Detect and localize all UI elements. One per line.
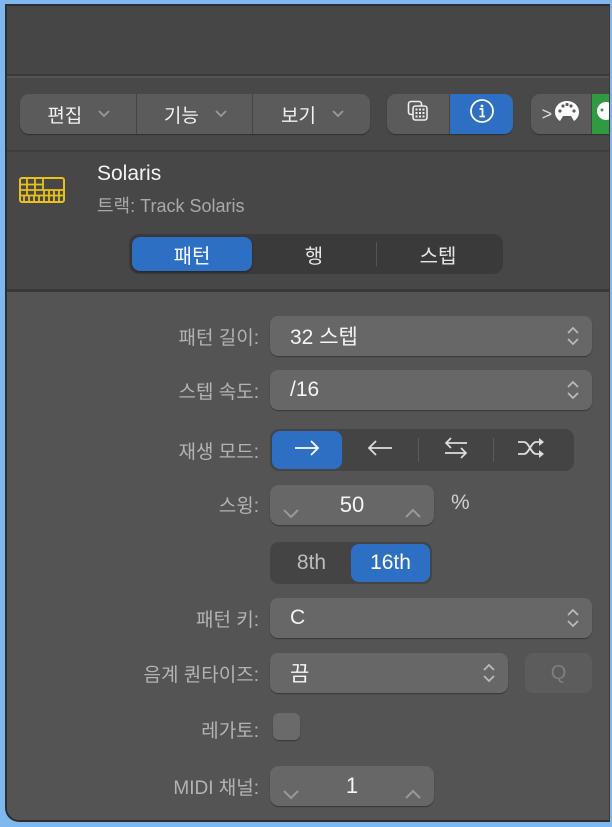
swing-resolution-segment: 8th 16th bbox=[270, 542, 432, 584]
arrows-swap-icon bbox=[443, 436, 469, 464]
chevron-up-icon[interactable] bbox=[404, 499, 422, 518]
chevron-down-icon bbox=[332, 109, 344, 119]
track-header: Solaris 트랙: Track Solaris 패턴 행 스텝 bbox=[7, 152, 609, 292]
tab-step[interactable]: 스텝 bbox=[377, 237, 499, 271]
mode-ping-pong-button[interactable] bbox=[419, 431, 493, 469]
menu-functions-label: 기능 bbox=[163, 105, 199, 127]
swing-value: 50 bbox=[339, 492, 365, 517]
track-subtitle: 트랙: Track Solaris bbox=[97, 196, 245, 216]
menu-functions[interactable]: 기능 bbox=[137, 94, 254, 134]
step-sequencer-window: 편집 기능 보기 > Solaris 트랙: Track Solaris 패턴 … bbox=[5, 4, 610, 822]
legato-checkbox[interactable] bbox=[273, 713, 300, 740]
menu-segment: 편집 기능 보기 bbox=[20, 94, 370, 134]
inspector-button[interactable] bbox=[450, 94, 513, 134]
info-icon bbox=[469, 98, 495, 130]
library-segment: > bbox=[531, 94, 609, 134]
midi-channel-value: 1 bbox=[345, 773, 359, 798]
toolbar: 편집 기능 보기 > bbox=[7, 78, 609, 152]
step-sequencer-icon bbox=[19, 177, 65, 203]
menu-edit-label: 편집 bbox=[47, 105, 83, 127]
menu-view-label: 보기 bbox=[281, 105, 316, 127]
mode-forward-button[interactable] bbox=[272, 431, 342, 469]
swing-label: 스윙: bbox=[218, 496, 259, 517]
up-down-chevron-icon bbox=[566, 325, 580, 347]
chevron-down-icon[interactable] bbox=[282, 499, 300, 519]
grid-windows-icon bbox=[407, 100, 429, 128]
midi-output-button[interactable]: > bbox=[531, 94, 592, 134]
scale-quantize-label: 음계 퀀타이즈: bbox=[143, 665, 259, 686]
tab-pattern[interactable]: 패턴 bbox=[132, 237, 252, 271]
green-library-button[interactable] bbox=[591, 94, 609, 134]
screen-frame: 편집 기능 보기 > Solaris 트랙: Track Solaris 패턴 … bbox=[0, 0, 612, 827]
resolution-8th-button[interactable]: 8th bbox=[272, 544, 351, 582]
resolution-16th-button[interactable]: 16th bbox=[351, 544, 430, 582]
title-bar[interactable] bbox=[7, 6, 609, 76]
midi-port-icon bbox=[554, 100, 580, 128]
pattern-key-popup[interactable]: C bbox=[270, 598, 592, 638]
playback-mode-segment bbox=[270, 429, 574, 471]
midi-port-icon bbox=[595, 100, 609, 128]
step-rate-label: 스텝 속도: bbox=[178, 382, 259, 403]
chevron-up-icon[interactable] bbox=[404, 780, 422, 799]
step-rate-value: /16 bbox=[290, 378, 320, 401]
track-title: Solaris bbox=[97, 162, 162, 185]
midi-channel-stepper[interactable]: 1 bbox=[270, 766, 434, 806]
arrow-right-icon bbox=[294, 439, 320, 461]
shuffle-icon bbox=[517, 437, 545, 463]
scale-quantize-value: 끔 bbox=[290, 663, 310, 686]
mode-reverse-button[interactable] bbox=[342, 431, 418, 469]
chevron-down-icon bbox=[98, 109, 110, 119]
chevron-down-icon[interactable] bbox=[282, 780, 300, 800]
scale-quantize-popup[interactable]: 끔 bbox=[270, 653, 508, 693]
up-down-chevron-icon bbox=[566, 607, 580, 629]
midi-channel-label: MIDI 채널: bbox=[173, 778, 259, 799]
up-down-chevron-icon bbox=[566, 379, 580, 401]
tab-row[interactable]: 행 bbox=[252, 237, 376, 271]
menu-edit[interactable]: 편집 bbox=[20, 94, 137, 134]
pattern-key-value: C bbox=[290, 606, 306, 629]
playback-mode-label: 재생 모드: bbox=[178, 442, 259, 463]
up-down-chevron-icon bbox=[482, 662, 496, 684]
swing-stepper[interactable]: 50 bbox=[270, 485, 434, 525]
arrow-left-icon bbox=[367, 439, 393, 461]
inspector-tabs: 패턴 행 스텝 bbox=[129, 234, 503, 274]
view-toggle-segment bbox=[387, 94, 513, 134]
legato-label: 레가토: bbox=[201, 721, 259, 742]
step-grid-view-button[interactable] bbox=[387, 94, 450, 134]
quantize-q-button[interactable]: Q bbox=[525, 653, 592, 693]
mode-random-button[interactable] bbox=[494, 431, 568, 469]
menu-view[interactable]: 보기 bbox=[253, 94, 370, 134]
pattern-length-label: 패턴 길이: bbox=[178, 328, 259, 349]
midi-prefix: > bbox=[541, 103, 553, 124]
pattern-length-popup[interactable]: 32 스텝 bbox=[270, 316, 592, 356]
step-rate-popup[interactable]: /16 bbox=[270, 370, 592, 410]
pattern-key-label: 패턴 키: bbox=[196, 610, 259, 631]
pattern-settings: 패턴 길이: 32 스텝 스텝 속도: /16 재생 모드: 스윙: 50 % … bbox=[7, 295, 609, 820]
pattern-length-value: 32 스텝 bbox=[290, 326, 358, 349]
swing-unit: % bbox=[451, 491, 470, 514]
chevron-down-icon bbox=[215, 109, 227, 119]
